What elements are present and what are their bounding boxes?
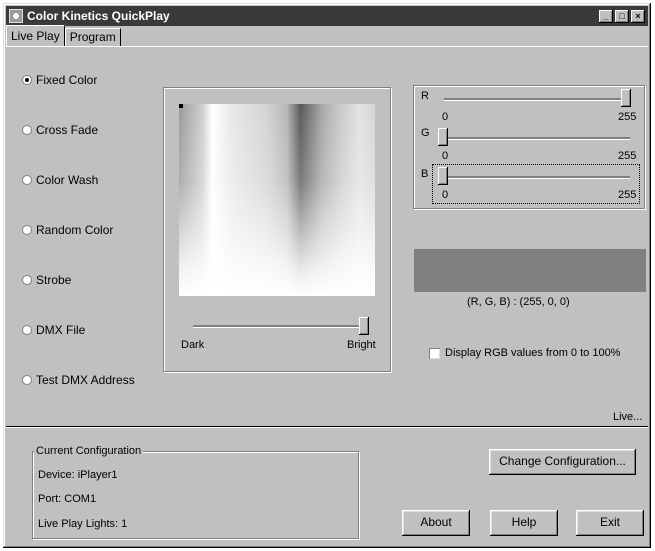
title-bar[interactable]: Color Kinetics QuickPlay _ □ × [6, 6, 648, 26]
radio-indicator[interactable] [22, 275, 32, 285]
radio-label: Fixed Color [36, 73, 98, 87]
percent-checkbox-label: Display RGB values from 0 to 100% [445, 347, 621, 359]
config-lights: Live Play Lights: 1 [38, 518, 128, 530]
radio-strobe[interactable]: Strobe [22, 273, 71, 287]
percent-checkbox[interactable] [429, 348, 440, 359]
radio-indicator[interactable] [22, 375, 32, 385]
color-picker-area[interactable] [179, 104, 375, 296]
tab-live-play[interactable]: Live Play [6, 25, 65, 46]
config-device: Device: iPlayer1 [38, 469, 118, 481]
g-min-label: 0 [442, 150, 449, 162]
b-max-label: 255 [618, 189, 637, 201]
config-port: Port: COM1 [38, 493, 97, 505]
radio-random-color[interactable]: Random Color [22, 223, 113, 237]
b-slider-track[interactable] [444, 176, 630, 179]
g-label: G [421, 127, 430, 139]
live-status: Live... [613, 411, 643, 423]
radio-dmx-file[interactable]: DMX File [22, 323, 85, 337]
brightness-max-label: Bright [347, 339, 376, 351]
radio-indicator[interactable] [22, 175, 32, 185]
exit-button[interactable]: Exit [576, 510, 644, 536]
brightness-min-label: Dark [181, 339, 205, 351]
app-icon[interactable] [9, 9, 23, 23]
config-legend: Current Configuration [34, 445, 144, 457]
radio-cross-fade[interactable]: Cross Fade [22, 123, 98, 137]
color-preview-swatch [414, 249, 646, 292]
window-title: Color Kinetics QuickPlay [27, 9, 170, 23]
r-min-label: 0 [442, 111, 449, 123]
section-divider [6, 426, 648, 428]
g-max-label: 255 [618, 150, 637, 162]
brightness-slider-track[interactable] [193, 325, 369, 328]
g-slider-thumb[interactable] [438, 128, 448, 146]
radio-label: Strobe [36, 273, 72, 287]
radio-label: DMX File [36, 323, 86, 337]
radio-test-dmx-address[interactable]: Test DMX Address [22, 373, 135, 387]
help-button[interactable]: Help [490, 510, 558, 536]
radio-color-wash[interactable]: Color Wash [22, 173, 98, 187]
radio-indicator[interactable] [22, 225, 32, 235]
maximize-button[interactable]: □ [615, 9, 629, 23]
tab-strip: Live Play Program [6, 25, 121, 46]
about-button[interactable]: About [402, 510, 470, 536]
tab-program[interactable]: Program [64, 28, 121, 46]
b-label: B [421, 168, 429, 180]
radio-label: Color Wash [36, 173, 99, 187]
b-min-label: 0 [442, 189, 449, 201]
g-slider-track[interactable] [444, 137, 630, 140]
radio-indicator[interactable] [22, 75, 32, 85]
radio-indicator[interactable] [22, 325, 32, 335]
rgb-readout: (R, G, B) : (255, 0, 0) [467, 296, 570, 308]
r-max-label: 255 [618, 111, 637, 123]
r-slider-track[interactable] [444, 98, 630, 101]
radio-indicator[interactable] [22, 125, 32, 135]
r-label: R [421, 90, 429, 102]
change-configuration-button[interactable]: Change Configuration... [489, 449, 636, 475]
b-slider-focus [432, 164, 640, 204]
radio-fixed-color[interactable]: Fixed Color [22, 73, 97, 87]
radio-label: Random Color [36, 223, 114, 237]
b-slider-thumb[interactable] [438, 167, 448, 185]
close-button[interactable]: × [631, 9, 645, 23]
radio-label: Test DMX Address [36, 373, 135, 387]
brightness-slider-thumb[interactable] [359, 317, 369, 335]
r-slider-thumb[interactable] [621, 89, 631, 107]
radio-label: Cross Fade [36, 123, 99, 137]
minimize-button[interactable]: _ [599, 9, 613, 23]
